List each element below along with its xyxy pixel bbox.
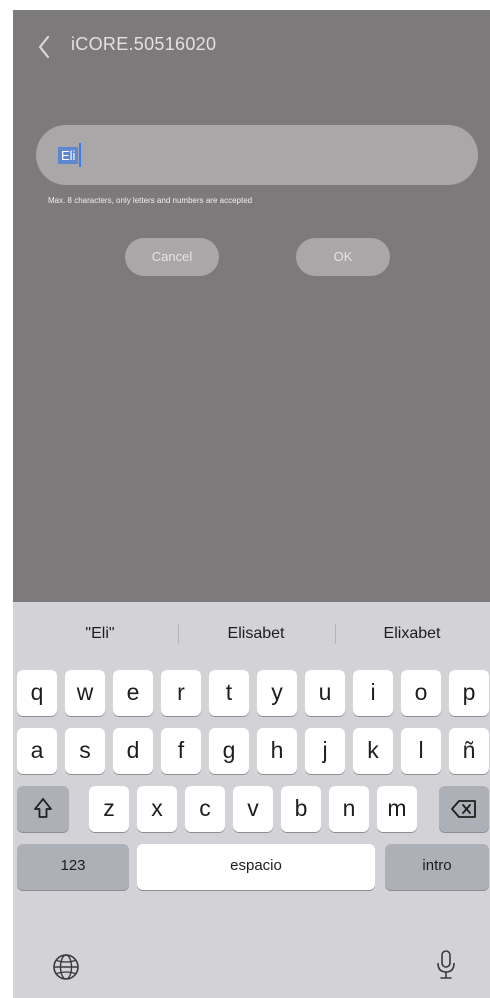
suggestion-divider: [178, 624, 179, 644]
suggestion-divider: [335, 624, 336, 644]
key-y[interactable]: y: [257, 670, 297, 716]
microphone-icon[interactable]: [435, 948, 457, 987]
header: iCORE.50516020: [13, 10, 490, 80]
keyboard: "Eli" Elisabet Elixabet q w e r t y u i …: [13, 602, 490, 998]
text-caret: [79, 143, 81, 167]
numbers-key[interactable]: 123: [17, 844, 129, 890]
key-f[interactable]: f: [161, 728, 201, 774]
key-z[interactable]: z: [89, 786, 129, 832]
key-n[interactable]: n: [329, 786, 369, 832]
delete-key[interactable]: [439, 786, 489, 832]
key-g[interactable]: g: [209, 728, 249, 774]
key-u[interactable]: u: [305, 670, 345, 716]
key-w[interactable]: w: [65, 670, 105, 716]
key-j[interactable]: j: [305, 728, 345, 774]
key-s[interactable]: s: [65, 728, 105, 774]
suggestion-1[interactable]: "Eli": [25, 614, 175, 654]
key-i[interactable]: i: [353, 670, 393, 716]
space-key[interactable]: espacio: [137, 844, 375, 890]
key-k[interactable]: k: [353, 728, 393, 774]
key-a[interactable]: a: [17, 728, 57, 774]
shift-key[interactable]: [17, 786, 69, 832]
key-d[interactable]: d: [113, 728, 153, 774]
input-value: Eli: [58, 147, 79, 164]
suggestion-bar: "Eli" Elisabet Elixabet: [13, 614, 490, 654]
key-c[interactable]: c: [185, 786, 225, 832]
key-r[interactable]: r: [161, 670, 201, 716]
key-p[interactable]: p: [449, 670, 489, 716]
key-m[interactable]: m: [377, 786, 417, 832]
key-x[interactable]: x: [137, 786, 177, 832]
ok-button[interactable]: OK: [296, 238, 390, 276]
globe-icon[interactable]: [51, 952, 81, 987]
suggestion-2[interactable]: Elisabet: [181, 614, 331, 654]
key-v[interactable]: v: [233, 786, 273, 832]
key-enye[interactable]: ñ: [449, 728, 489, 774]
key-t[interactable]: t: [209, 670, 249, 716]
delete-icon: [451, 800, 476, 818]
screen: iCORE.50516020 Eli Max. 8 characters, on…: [13, 10, 490, 998]
key-e[interactable]: e: [113, 670, 153, 716]
page-title: iCORE.50516020: [71, 34, 217, 54]
shift-icon: [34, 798, 52, 818]
key-h[interactable]: h: [257, 728, 297, 774]
input-hint: Max. 8 characters, only letters and numb…: [48, 196, 253, 205]
key-l[interactable]: l: [401, 728, 441, 774]
cancel-button[interactable]: Cancel: [125, 238, 219, 276]
key-b[interactable]: b: [281, 786, 321, 832]
key-q[interactable]: q: [17, 670, 57, 716]
return-key[interactable]: intro: [385, 844, 489, 890]
key-o[interactable]: o: [401, 670, 441, 716]
back-chevron-icon[interactable]: [35, 32, 55, 62]
name-input[interactable]: Eli: [36, 125, 478, 185]
suggestion-3[interactable]: Elixabet: [337, 614, 487, 654]
